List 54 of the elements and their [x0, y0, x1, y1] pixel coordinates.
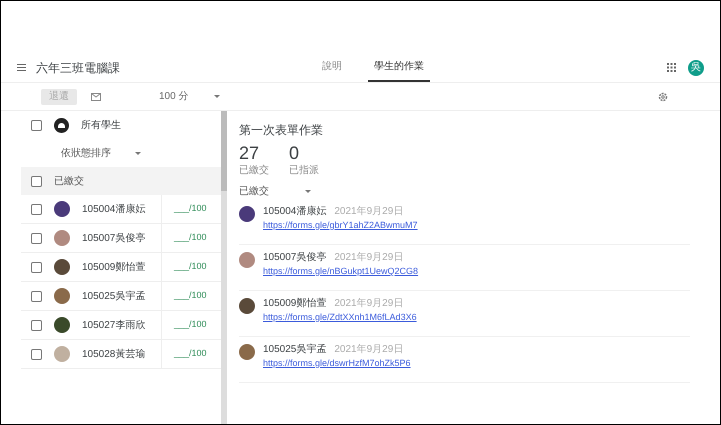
settings-icon[interactable]: [658, 92, 668, 102]
form-link[interactable]: https://forms.gle/ZdtXXnh1M6fLAd3X6: [263, 311, 417, 324]
submission-date: 2021年9月29日: [334, 251, 404, 265]
student-name[interactable]: 105009鄭怡萱: [82, 260, 146, 274]
grade-field[interactable]: ___/100: [174, 289, 207, 303]
grade-field[interactable]: ___/100: [174, 347, 207, 361]
points-dropdown[interactable]: 100 分: [159, 89, 220, 104]
caret-icon: [135, 152, 141, 154]
apps-grid-icon[interactable]: [667, 63, 676, 72]
student-name: 105025吳宇孟: [263, 342, 326, 357]
stat-count: 0: [289, 143, 300, 163]
tab[interactable]: 學生的作業: [368, 53, 430, 82]
account-avatar[interactable]: 吳: [688, 60, 704, 76]
grade-field[interactable]: ___/100: [174, 202, 207, 216]
grade-field[interactable]: ___/100: [174, 260, 207, 274]
checkbox[interactable]: [31, 262, 42, 272]
caret-icon: [305, 190, 311, 193]
form-link[interactable]: https://forms.gle/gbrY1ahZ2ABwmuM7: [263, 219, 418, 232]
checkbox[interactable]: [31, 348, 42, 360]
checkbox[interactable]: [31, 204, 42, 214]
form-link[interactable]: https://forms.gle/dswrHzfM7ohZk5P6: [263, 357, 411, 370]
grade-field[interactable]: ___/100: [174, 318, 207, 332]
checkbox[interactable]: [31, 176, 42, 186]
menu-icon[interactable]: [17, 64, 26, 71]
group-icon: [54, 118, 69, 132]
all-students-label: 所有學生: [81, 118, 121, 132]
checkbox[interactable]: [31, 290, 42, 302]
grade-field[interactable]: ___/100: [174, 231, 207, 245]
checkbox[interactable]: [31, 320, 42, 330]
submission-date: 2021年9月29日: [334, 205, 404, 219]
student-name[interactable]: 105025吳宇孟: [82, 288, 146, 304]
student-name[interactable]: 105004潘康妘: [82, 202, 146, 216]
sort-dropdown[interactable]: 依狀態排序: [21, 139, 221, 167]
stat-count: 27: [239, 143, 260, 163]
group-label: 已繳交: [54, 174, 84, 188]
assignment-title: 第一次表單作業: [239, 122, 324, 139]
class-title[interactable]: 六年三班電腦課: [36, 58, 256, 76]
stat-label: 已指派: [289, 164, 319, 178]
student-name[interactable]: 105007吳俊亭: [82, 230, 146, 246]
checkbox[interactable]: [31, 120, 42, 130]
student-name[interactable]: 105028黃芸瑜: [82, 346, 146, 362]
student-name[interactable]: 105027李雨欣: [82, 318, 146, 332]
mail-icon[interactable]: [91, 92, 101, 100]
caret-icon: [214, 95, 220, 98]
checkbox[interactable]: [31, 232, 42, 244]
submission-date: 2021年9月29日: [334, 343, 404, 357]
stat-label: 已繳交: [239, 164, 269, 178]
student-name: 105004潘康妘: [263, 204, 326, 219]
submission-date: 2021年9月29日: [334, 297, 404, 311]
tab[interactable]: 說明: [316, 53, 348, 82]
student-name: 105007吳俊亭: [263, 250, 326, 265]
form-link[interactable]: https://forms.gle/nBGukpt1UewQ2CG8: [263, 265, 418, 278]
student-name: 105009鄭怡萱: [263, 296, 326, 311]
status-filter[interactable]: 已繳交: [239, 184, 311, 199]
